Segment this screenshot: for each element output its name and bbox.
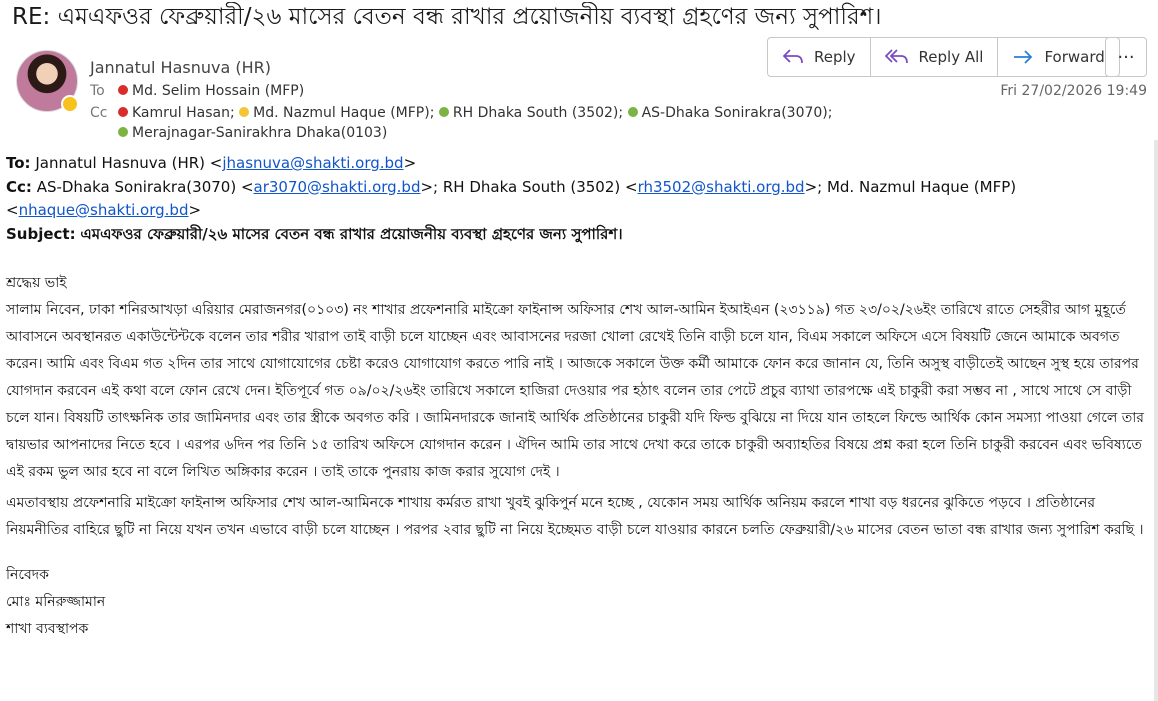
- status-available-icon: [118, 127, 128, 137]
- recipient[interactable]: RH Dhaka South (3502);: [453, 105, 623, 121]
- status-available-icon: [627, 107, 638, 117]
- cc-recipients-line1: Kamrul Hasan; Md. Nazmul Haque (MFP); RH…: [118, 105, 832, 121]
- email-link[interactable]: nhaque@shakti.org.bd: [19, 201, 189, 219]
- status-available-icon: [438, 107, 449, 117]
- sent-timestamp: Fri 27/02/2026 19:49: [1000, 83, 1147, 99]
- reply-all-button[interactable]: Reply All: [871, 38, 999, 76]
- quoted-cc-part: >; Md. Nazmul Haque (MFP): [804, 177, 1017, 196]
- recipient[interactable]: AS-Dhaka Sonirakra(3070);: [642, 105, 833, 121]
- more-actions-button[interactable]: ···: [1105, 37, 1147, 77]
- recipient[interactable]: Md. Nazmul Haque (MFP);: [253, 105, 434, 121]
- email-subject: RE: এমএফওর ফেব্রুয়ারী/২৬ মাসের বেতন বন্…: [12, 4, 882, 30]
- signature-title: শাখা ব্যবস্থাপক: [6, 621, 89, 637]
- forward-arrow-icon: [1014, 50, 1033, 64]
- quoted-cc-part: AS-Dhaka Sonirakra(3070) <: [36, 177, 254, 196]
- body-paragraph: সালাম নিবেন, ঢাকা শনিরআখড়া এরিয়ার মেরা…: [6, 302, 1145, 480]
- recipient[interactable]: Merajnagar-Sanirakhra Dhaka(0103): [132, 125, 387, 141]
- quoted-to-label: To:: [6, 154, 31, 172]
- to-recipients: Md. Selim Hossain (MFP): [118, 83, 304, 99]
- scrollbar[interactable]: [1154, 140, 1158, 701]
- body-paragraph: এমতাবস্থায় প্রফেশনারি মাইক্রো ফাইনান্স …: [6, 495, 1144, 538]
- quoted-subject: এমএফওর ফেব্রুয়ারী/২৬ মাসের বেতন বন্ধ রা…: [80, 224, 623, 243]
- quoted-subject-label: Subject:: [6, 224, 76, 243]
- to-label: To: [90, 83, 105, 99]
- email-link[interactable]: jhasnuva@shakti.org.bd: [222, 154, 403, 172]
- quoted-cc-part: >; RH Dhaka South (3502) <: [420, 177, 638, 196]
- status-busy-icon: [118, 107, 128, 117]
- reply-all-label: Reply All: [918, 48, 984, 66]
- status-busy-icon: [118, 85, 128, 95]
- angle-close: >: [403, 154, 417, 172]
- reply-label: Reply: [814, 48, 856, 66]
- recipient[interactable]: Md. Selim Hossain (MFP): [132, 83, 304, 99]
- closing: নিবেদক: [6, 567, 49, 583]
- cc-label: Cc: [90, 105, 108, 121]
- email-link[interactable]: rh3502@shakti.org.bd: [638, 178, 805, 196]
- quoted-to-line: To: Jannatul Hasnuva (HR) <jhasnuva@shak…: [6, 152, 1146, 176]
- quoted-subject-line: Subject: এমএফওর ফেব্রুয়ারী/২৬ মাসের বেত…: [6, 223, 1146, 247]
- reply-all-icon: [884, 49, 908, 64]
- sender-name[interactable]: Jannatul Hasnuva (HR): [90, 58, 271, 77]
- quoted-to-name: Jannatul Hasnuva (HR) <: [35, 154, 223, 172]
- quoted-cc-label: Cc:: [6, 177, 32, 196]
- email-link[interactable]: ar3070@shakti.org.bd: [254, 178, 421, 196]
- angle-open: <: [6, 201, 19, 219]
- quoted-header: To: Jannatul Hasnuva (HR) <jhasnuva@shak…: [6, 152, 1146, 246]
- reply-button[interactable]: Reply: [768, 38, 871, 76]
- status-away-icon: [239, 107, 250, 117]
- reply-toolbar: Reply Reply All Forward: [767, 37, 1120, 77]
- presence-away-icon: [61, 95, 79, 113]
- angle-close: >: [188, 201, 202, 219]
- quoted-cc-line: Cc: AS-Dhaka Sonirakra(3070) <ar3070@sha…: [6, 176, 1146, 223]
- greeting: শ্রদ্ধেয় ভাই: [6, 275, 67, 291]
- cc-recipients-line2: Merajnagar-Sanirakhra Dhaka(0103): [118, 125, 387, 141]
- reply-icon: [782, 49, 803, 64]
- forward-label: Forward: [1044, 48, 1105, 66]
- recipient[interactable]: Kamrul Hasan;: [132, 105, 235, 121]
- message-body: শ্রদ্ধেয় ভাই সালাম নিবেন, ঢাকা শনিরআখড়…: [6, 270, 1146, 643]
- signature-name: মোঃ মনিরুজ্জামান: [6, 594, 106, 610]
- forward-button[interactable]: Forward: [998, 38, 1118, 76]
